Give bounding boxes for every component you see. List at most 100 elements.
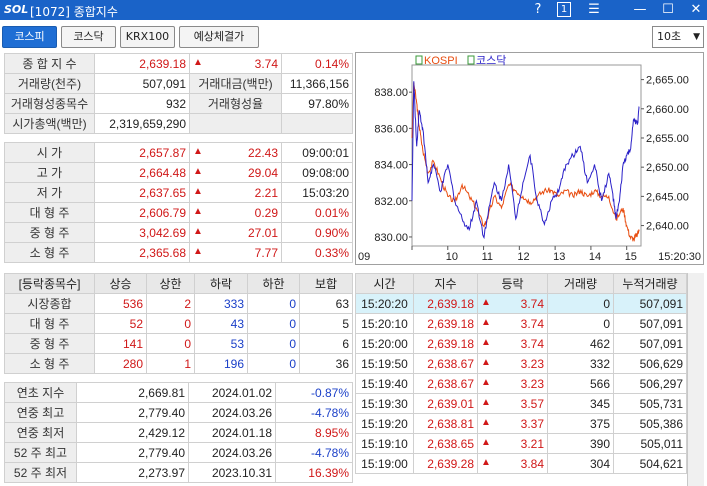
column-header: 등락 [477,273,548,294]
breadth-label: 시장종합 [4,293,95,314]
yearly-pct: 16.39% [275,462,353,483]
x-axis-tick: 15 [625,251,637,263]
table-row: 대 형 주 2,606.79 ▲ 0.29 0.01% [4,202,353,223]
tick-time: 15:19:00 [355,453,414,474]
tick-change: 3.57 [520,396,544,411]
window-title: [1072] 종합지수 [30,5,118,19]
right-axis-tick: 2,640.00 [646,221,689,233]
page-number-button[interactable]: 1 [557,2,571,17]
tick-change: 3.37 [520,416,544,431]
tick-volume: 0 [547,293,614,314]
tick-change-cell: ▲ 3.37 [477,413,548,434]
column-header: 거래량 [547,273,614,294]
price-label: 고 가 [4,162,95,183]
x-axis-tick: 10 [446,251,458,263]
tick-cumulative: 505,386 [613,413,687,434]
tick-time: 15:19:10 [355,433,414,454]
minimize-icon[interactable]: — [631,2,649,18]
price-value: 2,637.65 [94,182,190,203]
price-extra: 09:08:00 [281,162,353,183]
table-row[interactable]: 15:20:00 2,639.18 ▲ 3.74 462 507,091 [355,333,687,354]
tick-change: 3.21 [520,436,544,451]
tick-volume: 566 [547,373,614,394]
tick-time: 15:20:00 [355,333,414,354]
tick-change: 3.74 [520,316,544,331]
breadth-flat: 5 [299,313,353,334]
tick-change-cell: ▲ 3.23 [477,353,548,374]
help-icon[interactable]: ? [529,2,547,18]
composite-value: 2,639.18 [94,53,190,74]
yearly-pct: -4.78% [275,402,353,423]
tab-expected-price[interactable]: 예상체결가 [179,26,259,48]
yearly-date: 2024.01.02 [188,382,276,403]
composite-pct: 0.14% [281,53,353,74]
table-row[interactable]: 15:19:50 2,638.67 ▲ 3.23 332 506,629 [355,353,687,374]
tab-krx100[interactable]: KRX100 [120,26,175,48]
yearly-value: 2,273.97 [76,462,189,483]
price-value: 2,657.87 [94,142,190,163]
tick-change: 3.74 [520,296,544,311]
breadth-lower: 0 [247,313,300,334]
table-row[interactable]: 15:20:20 2,639.18 ▲ 3.74 0 507,091 [355,293,687,314]
table-row: 고 가 2,664.48 ▲ 29.04 09:08:00 [4,162,353,183]
left-axis-tick: 836.00 [374,123,408,135]
close-icon[interactable]: ✕ [687,2,705,18]
tick-time: 15:19:50 [355,353,414,374]
legend-swatch [415,55,423,65]
tick-change-cell: ▲ 3.74 [477,293,548,314]
price-change: 7.77 [254,245,278,260]
yearly-date: 2024.03.26 [188,442,276,463]
plot-area [411,64,642,247]
breadth-up: 536 [94,293,147,314]
table-row[interactable]: 15:20:10 2,639.18 ▲ 3.74 0 507,091 [355,313,687,334]
tick-change-cell: ▲ 3.23 [477,373,548,394]
composite-label: 종 합 지 수 [4,53,95,74]
tick-time: 15:20:10 [355,313,414,334]
empty-cell [189,113,282,134]
tick-change: 3.74 [520,336,544,351]
yearly-label: 52 주 최고 [4,442,77,463]
last-time-label: 15:20:30 [658,251,701,263]
composite-change: 3.74 [254,56,278,71]
tick-index: 2,639.18 [413,313,478,334]
breadth-down: 43 [194,313,248,334]
tick-volume: 462 [547,333,614,354]
price-change: 22.43 [247,145,278,160]
tab-kosdaq[interactable]: 코스닥 [61,26,116,48]
table-row[interactable]: 15:19:30 2,639.01 ▲ 3.57 345 505,731 [355,393,687,414]
table-row[interactable]: 15:19:00 2,639.28 ▲ 3.84 304 504,621 [355,453,687,474]
price-label: 중 형 주 [4,222,95,243]
tick-change-cell: ▲ 3.74 [477,333,548,354]
table-row[interactable]: 15:19:10 2,638.65 ▲ 3.21 390 505,011 [355,433,687,454]
breadth-up: 280 [94,353,147,374]
up-arrow-icon: ▲ [193,225,203,237]
tick-table: 시간 지수 등락 거래량 누적거래량 15:20:20 2,639.18 ▲ 3.74 0 507… [355,273,687,474]
tab-kospi[interactable]: 코스피 [2,26,57,48]
breadth-label: 대 형 주 [4,313,95,334]
tick-time: 15:19:20 [355,413,414,434]
breadth-flat: 63 [299,293,353,314]
up-arrow-icon: ▲ [481,296,491,308]
volume-label: 거래량(천주) [4,73,95,94]
scrollbar[interactable] [687,273,704,486]
column-header: 상승 [94,273,147,294]
index-chart[interactable]: 838.00 836.00 834.00 832.00 830.00 2,665.00 2,… [356,53,703,264]
table-row[interactable]: 15:19:20 2,638.81 ▲ 3.37 375 505,386 [355,413,687,434]
tick-volume: 390 [547,433,614,454]
price-change-cell: ▲ 22.43 [189,142,282,163]
yearly-label: 연중 최고 [4,402,77,423]
table-row: 시가총액(백만) 2,319,659,290 [4,113,353,134]
table-row[interactable]: 15:19:40 2,638.67 ▲ 3.23 566 506,297 [355,373,687,394]
tick-time: 15:19:30 [355,393,414,414]
yearly-label: 연중 최저 [4,422,77,443]
table-row: 시 가 2,657.87 ▲ 22.43 09:00:01 [4,142,353,163]
breadth-flat: 6 [299,333,353,354]
maximize-icon[interactable]: ☐ [659,2,677,18]
summary-table: 종 합 지 수 2,639.18 ▲ 3.74 0.14% 거래량(천주) 507… [4,53,353,134]
interval-select[interactable]: 10초 ▼ [652,26,704,48]
table-row: 종 합 지 수 2,639.18 ▲ 3.74 0.14% [4,53,353,74]
tick-change: 3.23 [520,376,544,391]
tick-cumulative: 506,629 [613,353,687,374]
menu-icon[interactable]: ☰ [585,2,603,18]
yearly-date: 2023.10.31 [188,462,276,483]
